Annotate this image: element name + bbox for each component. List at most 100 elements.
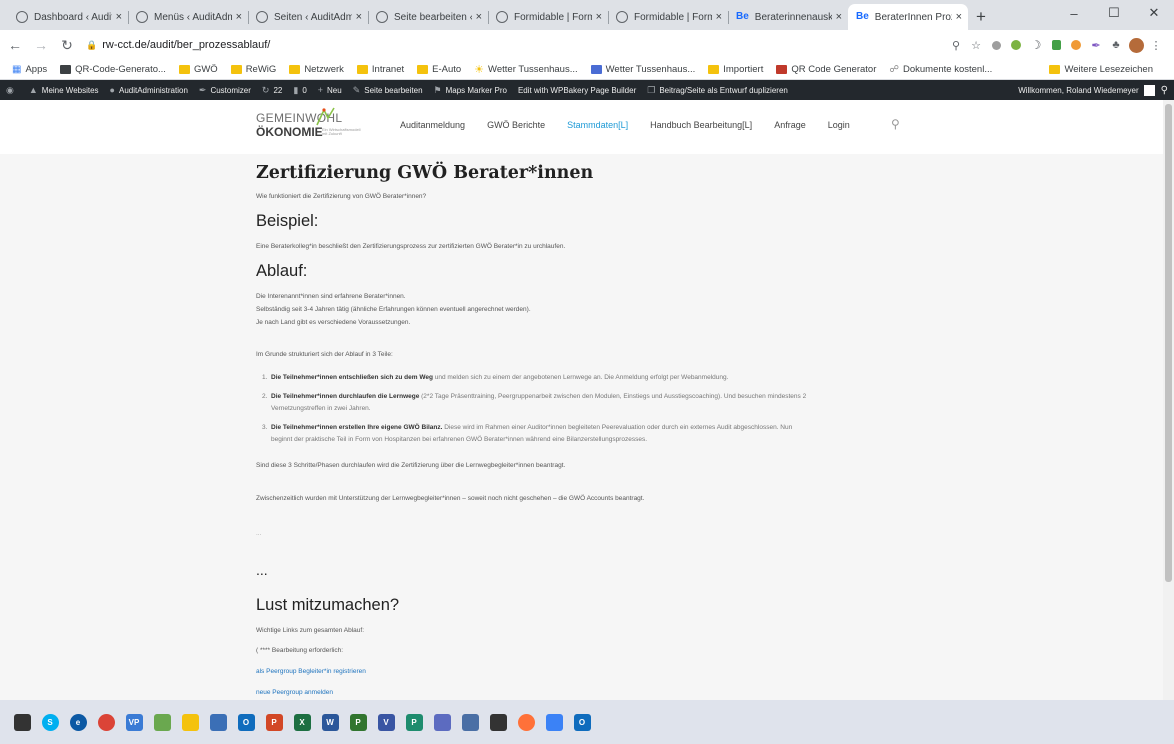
admin-account[interactable]: Willkommen, Roland Wiedemeyer ⚲: [1018, 80, 1168, 100]
site-header: GEMEINWOHL ÖKONOMIE Ein Wirtschaftsmodel…: [0, 100, 1163, 154]
menu-anfrage[interactable]: Anfrage: [774, 120, 806, 130]
notepad-icon[interactable]: [206, 710, 230, 734]
admin-my-sites[interactable]: ▲ Meine Websites: [29, 85, 99, 95]
site-logo[interactable]: GEMEINWOHL ÖKONOMIE Ein Wirtschaftsmodel…: [256, 107, 376, 139]
close-tab-icon[interactable]: ×: [476, 11, 482, 23]
outlook-icon[interactable]: O: [234, 710, 258, 734]
big-ellipsis: ...: [256, 562, 268, 578]
snipping-tool-icon[interactable]: [458, 710, 482, 734]
admin-wpbakery[interactable]: Edit with WPBakery Page Builder: [518, 86, 636, 95]
bookmark-star-icon[interactable]: ☆: [966, 35, 986, 55]
menu-gwoe-berichte[interactable]: GWÖ Berichte: [487, 120, 545, 130]
extension-icon[interactable]: [986, 35, 1006, 55]
search-icon[interactable]: ⚲: [891, 117, 900, 131]
bookmark-folder[interactable]: Importiert: [708, 64, 763, 75]
bookmark-folder[interactable]: E-Auto: [417, 64, 461, 75]
browser-tab[interactable]: Seite bearbeiten ‹ AuditAdministration×: [368, 4, 488, 30]
visio-icon[interactable]: V: [374, 710, 398, 734]
close-tab-icon[interactable]: ×: [236, 11, 242, 23]
browser-tab-active[interactable]: BeBeraterInnen Prozess×: [848, 4, 968, 30]
admin-maps-marker[interactable]: ⚑ Maps Marker Pro: [434, 85, 507, 96]
link-peergroup-anmelden[interactable]: neue Peergroup anmelden: [256, 689, 333, 696]
admin-new[interactable]: + Neu: [318, 85, 342, 95]
close-tab-icon[interactable]: ×: [836, 11, 842, 23]
excel-icon[interactable]: X: [290, 710, 314, 734]
publisher-icon[interactable]: [150, 710, 174, 734]
bookmark-item[interactable]: QR-Code-Generato...: [60, 64, 166, 75]
address-bar[interactable]: 🔒 rw-cct.de/audit/ber_prozessablauf/: [86, 33, 946, 57]
extension-cookie-icon[interactable]: [1066, 35, 1086, 55]
bookmark-apps[interactable]: ▦ Apps: [12, 64, 47, 75]
new-tab-button[interactable]: +: [968, 4, 994, 30]
connect-icon[interactable]: [430, 710, 454, 734]
browser-tab[interactable]: Seiten ‹ AuditAdministration×: [248, 4, 368, 30]
other-bookmarks[interactable]: Weitere Lesezeichen: [1049, 64, 1153, 75]
browser-tab[interactable]: Formidable | Formulare×: [488, 4, 608, 30]
extension-pen-icon[interactable]: ✒: [1086, 35, 1106, 55]
zoom-icon[interactable]: ⚲: [946, 35, 966, 55]
skype-icon[interactable]: S: [38, 710, 62, 734]
admin-updates[interactable]: ↻ 22: [262, 85, 282, 96]
scrollbar-thumb[interactable]: [1165, 104, 1172, 582]
folder-icon: [708, 65, 720, 74]
menu-kebab-icon[interactable]: ⋮: [1146, 35, 1166, 55]
firefox-icon[interactable]: [514, 710, 538, 734]
word-icon[interactable]: W: [318, 710, 342, 734]
close-tab-icon[interactable]: ×: [596, 11, 602, 23]
planner-icon-glyph: P: [405, 713, 423, 731]
extension-shield-icon[interactable]: [1046, 35, 1066, 55]
bookmark-folder[interactable]: ReWiG: [230, 64, 276, 75]
admin-site-name[interactable]: ● AuditAdministration: [110, 85, 188, 95]
bookmark-folder[interactable]: Netzwerk: [289, 64, 344, 75]
admin-duplicate[interactable]: ❐ Beitrag/Seite als Entwurf duplizieren: [647, 85, 788, 96]
zwischen-text: Zwischenzeitlich wurden mit Unterstützun…: [256, 495, 645, 502]
browser-tab[interactable]: Menüs ‹ AuditAdministration×: [128, 4, 248, 30]
visual-paradigm-icon[interactable]: VP: [122, 710, 146, 734]
bookmark-item[interactable]: ☀ Wetter Tussenhaus...: [474, 63, 577, 76]
bookmark-folder[interactable]: GWÖ: [178, 64, 218, 75]
chrome-icon[interactable]: [94, 710, 118, 734]
page-scrollbar[interactable]: [1163, 100, 1174, 700]
menu-stammdaten[interactable]: Stammdaten[L]: [567, 120, 628, 130]
bookmark-folder[interactable]: Intranet: [356, 64, 404, 75]
admin-search-icon[interactable]: ⚲: [1161, 85, 1168, 96]
extension-moon-icon[interactable]: ☽: [1026, 35, 1046, 55]
qr-icon: [60, 65, 72, 74]
file-explorer-icon[interactable]: [178, 710, 202, 734]
admin-customizer[interactable]: ✒ Customizer: [199, 85, 251, 96]
bookmark-item[interactable]: Wetter Tussenhaus...: [590, 64, 695, 75]
menu-handbuch[interactable]: Handbuch Bearbeitung[L]: [650, 120, 752, 130]
admin-edit-page[interactable]: ✎ Seite bearbeiten: [353, 85, 423, 96]
forward-arrow-icon[interactable]: →: [30, 37, 52, 53]
bookmark-item[interactable]: QR Code Generator: [776, 64, 876, 75]
wp-logo-icon[interactable]: ◉: [6, 85, 18, 96]
teams-meeting-icon[interactable]: [542, 710, 566, 734]
powerpoint-icon[interactable]: P: [262, 710, 286, 734]
monitor-icon[interactable]: [486, 710, 510, 734]
browser-tab[interactable]: Formidable | Formulare×: [608, 4, 728, 30]
profile-avatar[interactable]: [1126, 35, 1146, 55]
close-tab-icon[interactable]: ×: [356, 11, 362, 23]
close-window-button[interactable]: ✕: [1134, 0, 1174, 26]
menu-login[interactable]: Login: [828, 120, 850, 130]
reload-icon[interactable]: ↻: [56, 37, 78, 54]
back-arrow-icon[interactable]: ←: [4, 37, 26, 53]
puzzle-icon[interactable]: ♣: [1106, 35, 1126, 55]
edge-icon[interactable]: e: [66, 710, 90, 734]
close-tab-icon[interactable]: ×: [716, 11, 722, 23]
extension-green-icon[interactable]: [1006, 35, 1026, 55]
close-tab-icon[interactable]: ×: [956, 11, 962, 23]
minimize-button[interactable]: –: [1054, 0, 1094, 26]
task-view-icon[interactable]: [10, 710, 34, 734]
link-peergroup-begleiter[interactable]: als Peergroup Begleiter*in registrieren: [256, 668, 366, 675]
browser-tab[interactable]: BeBeraterinnenauskunft×: [728, 4, 848, 30]
maximize-button[interactable]: ☐: [1094, 0, 1134, 26]
project-icon[interactable]: P: [346, 710, 370, 734]
bookmark-item[interactable]: ☍ Dokumente kostenl...: [889, 64, 992, 75]
menu-auditanmeldung[interactable]: Auditanmeldung: [400, 120, 465, 130]
outlook-2-icon[interactable]: O: [570, 710, 594, 734]
browser-tab[interactable]: Dashboard ‹ AuditAdministration×: [8, 4, 128, 30]
close-tab-icon[interactable]: ×: [116, 11, 122, 23]
planner-icon[interactable]: P: [402, 710, 426, 734]
admin-comments[interactable]: ▮ 0: [293, 85, 306, 96]
